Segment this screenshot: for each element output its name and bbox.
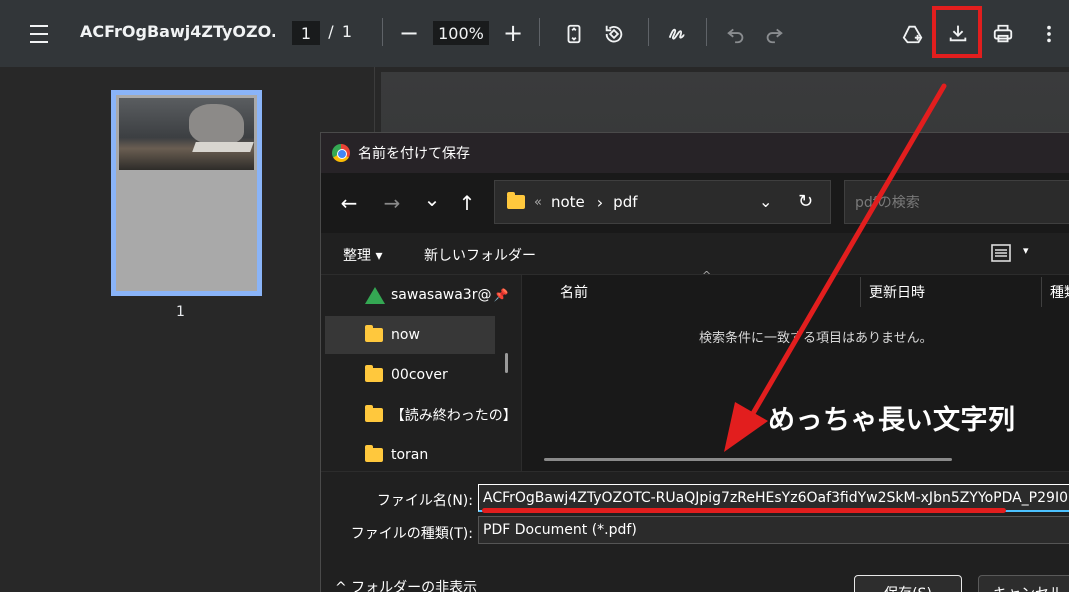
- filename-underline: [482, 508, 1006, 513]
- annotation-text: めっちゃ長い文字列: [768, 405, 1016, 436]
- annotation-arrow: [724, 83, 947, 452]
